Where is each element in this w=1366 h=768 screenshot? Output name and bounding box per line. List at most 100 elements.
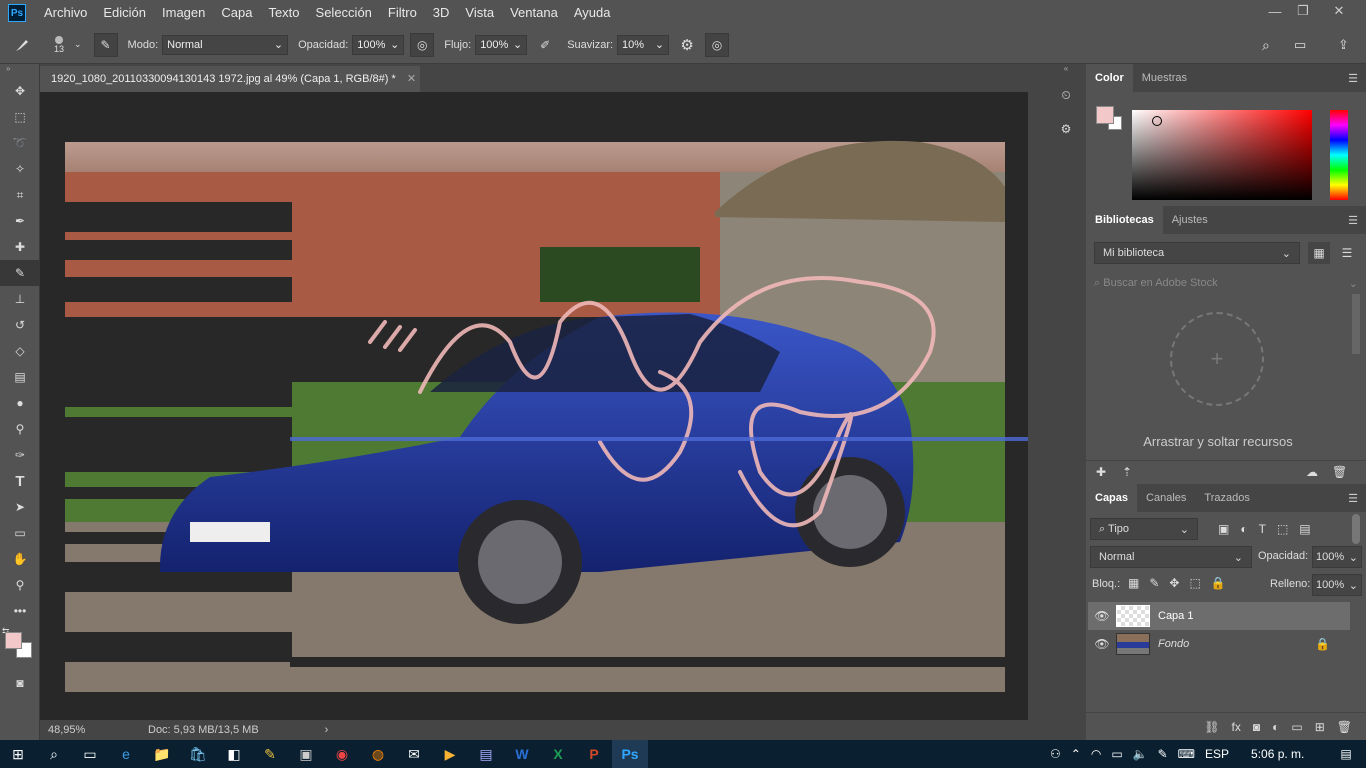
layer-filter-select[interactable]: ⌕ Tipo ⌄ <box>1090 518 1198 540</box>
foreground-color-swatch[interactable] <box>1096 106 1114 124</box>
close-tab-icon[interactable]: ✕ <box>407 73 416 85</box>
history-brush-tool-icon[interactable]: ↺ <box>0 312 40 338</box>
tab-trazados[interactable]: Trazados <box>1195 484 1258 512</box>
shape-filter-icon[interactable]: ⬚ <box>1277 522 1288 536</box>
collapse-icon[interactable]: « <box>1046 64 1086 78</box>
history-panel-icon[interactable]: ⏲ <box>1046 78 1086 112</box>
restore-icon[interactable]: ❐ <box>1288 0 1318 22</box>
lock-transparent-icon[interactable]: ▦ <box>1128 576 1139 590</box>
rectangle-tool-icon[interactable]: ▭ <box>0 520 40 546</box>
volume-icon[interactable]: 🔈 <box>1133 747 1148 761</box>
adjustment-filter-icon[interactable]: ◐ <box>1240 522 1247 536</box>
file-explorer-icon[interactable]: 📁 <box>144 740 180 768</box>
grid-view-icon[interactable]: ▦ <box>1308 242 1330 264</box>
pressure-opacity-icon[interactable]: ◎ <box>410 32 435 57</box>
layer-mask-icon[interactable]: ◙ <box>1253 720 1260 734</box>
task-view-icon[interactable]: ▭ <box>72 740 108 768</box>
app-icon[interactable]: ✎ <box>252 740 288 768</box>
media-player-icon[interactable]: ▶ <box>432 740 468 768</box>
lasso-tool-icon[interactable]: ➰ <box>0 130 40 156</box>
trash-icon[interactable]: 🗑 <box>1337 720 1352 734</box>
word-icon[interactable]: W <box>504 740 540 768</box>
powerpoint-icon[interactable]: P <box>576 740 612 768</box>
zoom-tool-icon[interactable]: ⚲ <box>0 572 40 598</box>
windows-start-icon[interactable]: ⊞ <box>0 740 36 768</box>
firefox-icon[interactable]: ◍ <box>360 740 396 768</box>
libraries-scrollbar[interactable] <box>1352 294 1360 354</box>
photoshop-taskbar-icon[interactable]: Ps <box>612 740 648 768</box>
store-icon[interactable]: 🛍 <box>180 740 216 768</box>
list-view-icon[interactable]: ☰ <box>1336 242 1358 264</box>
library-select[interactable]: Mi biblioteca ⌄ <box>1094 242 1300 264</box>
tab-capas[interactable]: Capas <box>1086 484 1138 512</box>
hand-tool-icon[interactable]: ✋ <box>0 546 40 572</box>
layers-scrollbar[interactable] <box>1352 514 1360 544</box>
menu-archivo[interactable]: Archivo <box>36 0 95 26</box>
pressure-size-icon[interactable]: ◎ <box>705 32 730 57</box>
minimize-icon[interactable]: — <box>1260 0 1290 22</box>
smart-object-filter-icon[interactable]: ▤ <box>1299 522 1310 536</box>
quick-mask-icon[interactable]: ◙ <box>0 670 40 696</box>
pen-icon[interactable]: ✎ <box>1158 747 1168 761</box>
marquee-tool-icon[interactable]: ⬚ <box>0 104 40 130</box>
dodge-tool-icon[interactable]: ⚲ <box>0 416 40 442</box>
clone-stamp-tool-icon[interactable]: ⊥ <box>0 286 40 312</box>
new-layer-icon[interactable]: ⊞ <box>1315 720 1325 734</box>
tab-ajustes[interactable]: Ajustes <box>1163 206 1217 234</box>
type-filter-icon[interactable]: T <box>1259 522 1266 536</box>
properties-panel-icon[interactable]: ⚙ <box>1046 112 1086 146</box>
chrome-icon[interactable]: ◉ <box>324 740 360 768</box>
tab-muestras[interactable]: Muestras <box>1133 64 1196 92</box>
layer-opacity-field[interactable]: 100% ⌄ <box>1312 546 1362 568</box>
add-asset-icon[interactable]: + <box>1170 312 1264 406</box>
menu-ventana[interactable]: Ventana <box>502 0 566 26</box>
language-indicator[interactable]: ESP <box>1205 747 1229 761</box>
image-filter-icon[interactable]: ▣ <box>1218 522 1229 536</box>
quick-select-tool-icon[interactable]: ✧ <box>0 156 40 182</box>
layer-name[interactable]: Capa 1 <box>1158 610 1193 622</box>
more-tools-icon[interactable]: ••• <box>0 598 40 624</box>
path-select-tool-icon[interactable]: ➤ <box>0 494 40 520</box>
tab-color[interactable]: Color <box>1086 64 1133 92</box>
panel-menu-icon[interactable]: ☰ <box>1348 214 1358 227</box>
people-icon[interactable]: ⚇ <box>1050 747 1061 761</box>
brush-preset-picker[interactable]: 13 <box>44 35 74 54</box>
eye-icon[interactable]: 👁 <box>1088 637 1116 651</box>
move-tool-icon[interactable]: ✥ <box>0 78 40 104</box>
crop-tool-icon[interactable]: ⌗ <box>0 182 40 208</box>
menu-texto[interactable]: Texto <box>260 0 307 26</box>
opacity-field[interactable]: 100% ⌄ <box>352 34 405 55</box>
stock-search[interactable]: ⌕ Buscar en Adobe Stock ⌄ <box>1094 272 1358 294</box>
fill-field[interactable]: 100% ⌄ <box>1312 574 1362 596</box>
gear-icon[interactable]: ⚙ <box>675 33 699 57</box>
lock-image-icon[interactable]: ✎ <box>1149 576 1159 590</box>
chevron-right-icon[interactable]: › <box>325 724 329 736</box>
brush-tool-icon[interactable]: ✎ <box>0 260 40 286</box>
healing-brush-tool-icon[interactable]: ✚ <box>0 234 40 260</box>
wifi-icon[interactable]: ◠ <box>1091 747 1101 761</box>
collapse-icon[interactable]: » <box>0 64 39 78</box>
excel-icon[interactable]: X <box>540 740 576 768</box>
lock-artboard-icon[interactable]: ⬚ <box>1189 576 1200 590</box>
layer-name[interactable]: Fondo <box>1158 638 1189 650</box>
adjustment-layer-icon[interactable]: ◐ <box>1272 720 1279 734</box>
blend-mode-select[interactable]: Normal ⌄ <box>1090 546 1252 568</box>
smoothing-field[interactable]: 10% ⌄ <box>617 34 670 55</box>
chevron-down-icon[interactable]: ⌄ <box>74 39 82 50</box>
upload-icon[interactable]: ⇡ <box>1122 465 1132 479</box>
fx-icon[interactable]: fx <box>1232 720 1241 734</box>
app-icon[interactable]: ▣ <box>288 740 324 768</box>
eraser-tool-icon[interactable]: ◇ <box>0 338 40 364</box>
battery-icon[interactable]: ▭ <box>1111 747 1122 761</box>
add-icon[interactable]: ✚ <box>1096 465 1106 479</box>
mail-icon[interactable]: ✉ <box>396 740 432 768</box>
zoom-level[interactable]: 48,95% <box>48 724 148 736</box>
document-canvas[interactable] <box>40 92 1030 722</box>
trash-icon[interactable]: 🗑 <box>1332 465 1347 479</box>
layer-row-capa-1[interactable]: 👁 Capa 1 <box>1088 602 1350 630</box>
hue-slider[interactable] <box>1330 110 1348 200</box>
new-group-icon[interactable]: ▭ <box>1291 720 1302 734</box>
clock[interactable]: 5:06 p. m. <box>1251 747 1304 761</box>
brush-panel-toggle-icon[interactable]: ✎ <box>93 32 118 57</box>
panel-menu-icon[interactable]: ☰ <box>1348 492 1358 505</box>
